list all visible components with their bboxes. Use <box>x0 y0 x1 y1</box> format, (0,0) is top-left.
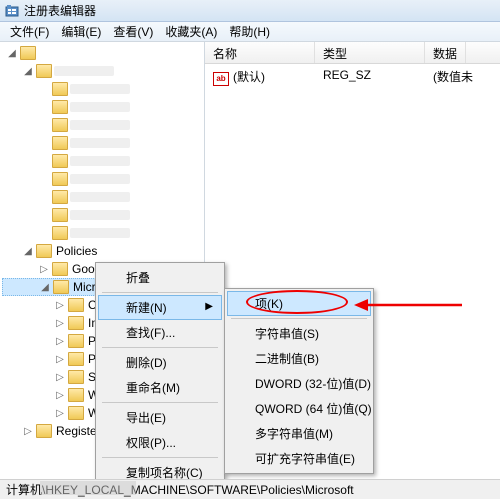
menu-separator <box>102 292 218 293</box>
menu-item-new[interactable]: 新建(N)▶ <box>98 295 222 320</box>
tree-item-policies[interactable]: Policies <box>54 244 97 258</box>
folder-icon <box>68 334 84 348</box>
tree-item-label[interactable] <box>70 138 130 148</box>
list-row[interactable]: ab (默认) REG_SZ (数值未 <box>205 64 500 90</box>
column-name[interactable]: 名称 <box>205 42 315 63</box>
menu-item-multistring[interactable]: 多字符串值(M) <box>227 421 371 446</box>
folder-icon <box>68 388 84 402</box>
menu-edit[interactable]: 编辑(E) <box>55 23 107 40</box>
tree-item-label[interactable] <box>38 46 43 60</box>
app-icon <box>4 3 20 19</box>
menu-favorites[interactable]: 收藏夹(A) <box>159 23 223 40</box>
folder-icon <box>68 316 84 330</box>
submenu-new: 项(K) 字符串值(S) 二进制值(B) DWORD (32-位)值(D) QW… <box>224 288 374 474</box>
folder-icon <box>52 262 68 276</box>
menu-item-qword[interactable]: QWORD (64 位)值(Q) <box>227 396 371 421</box>
menu-file[interactable]: 文件(F) <box>4 23 55 40</box>
column-type[interactable]: 类型 <box>315 42 425 63</box>
tree-item-label[interactable] <box>70 102 130 112</box>
window-title: 注册表编辑器 <box>24 2 96 19</box>
menu-separator <box>102 347 218 348</box>
tree-item-label[interactable] <box>70 228 130 238</box>
folder-icon <box>68 298 84 312</box>
value-data: (数值未 <box>425 66 481 88</box>
menu-item-collapse[interactable]: 折叠 <box>98 265 222 290</box>
folder-icon <box>68 406 84 420</box>
folder-icon <box>20 46 36 60</box>
menu-item-dword[interactable]: DWORD (32-位)值(D) <box>227 371 371 396</box>
context-menu: 折叠 新建(N)▶ 查找(F)... 删除(D) 重命名(M) 导出(E) 权限… <box>95 262 225 488</box>
tree-item-label[interactable] <box>70 156 130 166</box>
tree-item-registered[interactable]: Register <box>54 424 101 438</box>
tree-item-label[interactable] <box>54 66 114 76</box>
menu-item-binary[interactable]: 二进制值(B) <box>227 346 371 371</box>
title-bar: 注册表编辑器 <box>0 0 500 22</box>
submenu-arrow-icon: ▶ <box>205 301 213 312</box>
tree-item-label[interactable] <box>70 84 130 94</box>
list-header: 名称 类型 数据 <box>205 42 500 64</box>
folder-icon <box>68 352 84 366</box>
watermark-blur <box>40 481 136 495</box>
expand-icon[interactable]: ▷ <box>22 426 34 437</box>
folder-icon <box>36 244 52 258</box>
expand-icon[interactable]: ◢ <box>22 246 34 257</box>
menu-item-rename[interactable]: 重命名(M) <box>98 375 222 400</box>
menu-item-permissions[interactable]: 权限(P)... <box>98 430 222 455</box>
expand-icon[interactable]: ▷ <box>38 264 50 275</box>
tree-item-label[interactable] <box>70 210 130 220</box>
column-data[interactable]: 数据 <box>425 42 466 63</box>
menu-separator <box>231 318 367 319</box>
menu-item-delete[interactable]: 删除(D) <box>98 350 222 375</box>
folder-icon <box>68 370 84 384</box>
menu-item-export[interactable]: 导出(E) <box>98 405 222 430</box>
tree-item-label[interactable] <box>70 174 130 184</box>
menu-help[interactable]: 帮助(H) <box>223 23 276 40</box>
expand-icon[interactable]: ◢ <box>39 282 51 293</box>
menu-view[interactable]: 查看(V) <box>107 23 159 40</box>
menu-item-key[interactable]: 项(K) <box>227 291 371 316</box>
value-name: (默认) <box>233 70 265 84</box>
menu-item-find[interactable]: 查找(F)... <box>98 320 222 345</box>
expand-icon[interactable]: ◢ <box>6 48 18 59</box>
folder-icon <box>36 424 52 438</box>
menu-separator <box>102 457 218 458</box>
menu-item-expandstring[interactable]: 可扩充字符串值(E) <box>227 446 371 471</box>
tree-item-label[interactable] <box>70 192 130 202</box>
string-value-icon: ab <box>213 72 229 86</box>
tree-item-label[interactable] <box>70 120 130 130</box>
menu-bar: 文件(F) 编辑(E) 查看(V) 收藏夹(A) 帮助(H) <box>0 22 500 42</box>
value-type: REG_SZ <box>315 66 425 88</box>
menu-separator <box>102 402 218 403</box>
menu-item-string[interactable]: 字符串值(S) <box>227 321 371 346</box>
folder-icon <box>53 280 69 294</box>
